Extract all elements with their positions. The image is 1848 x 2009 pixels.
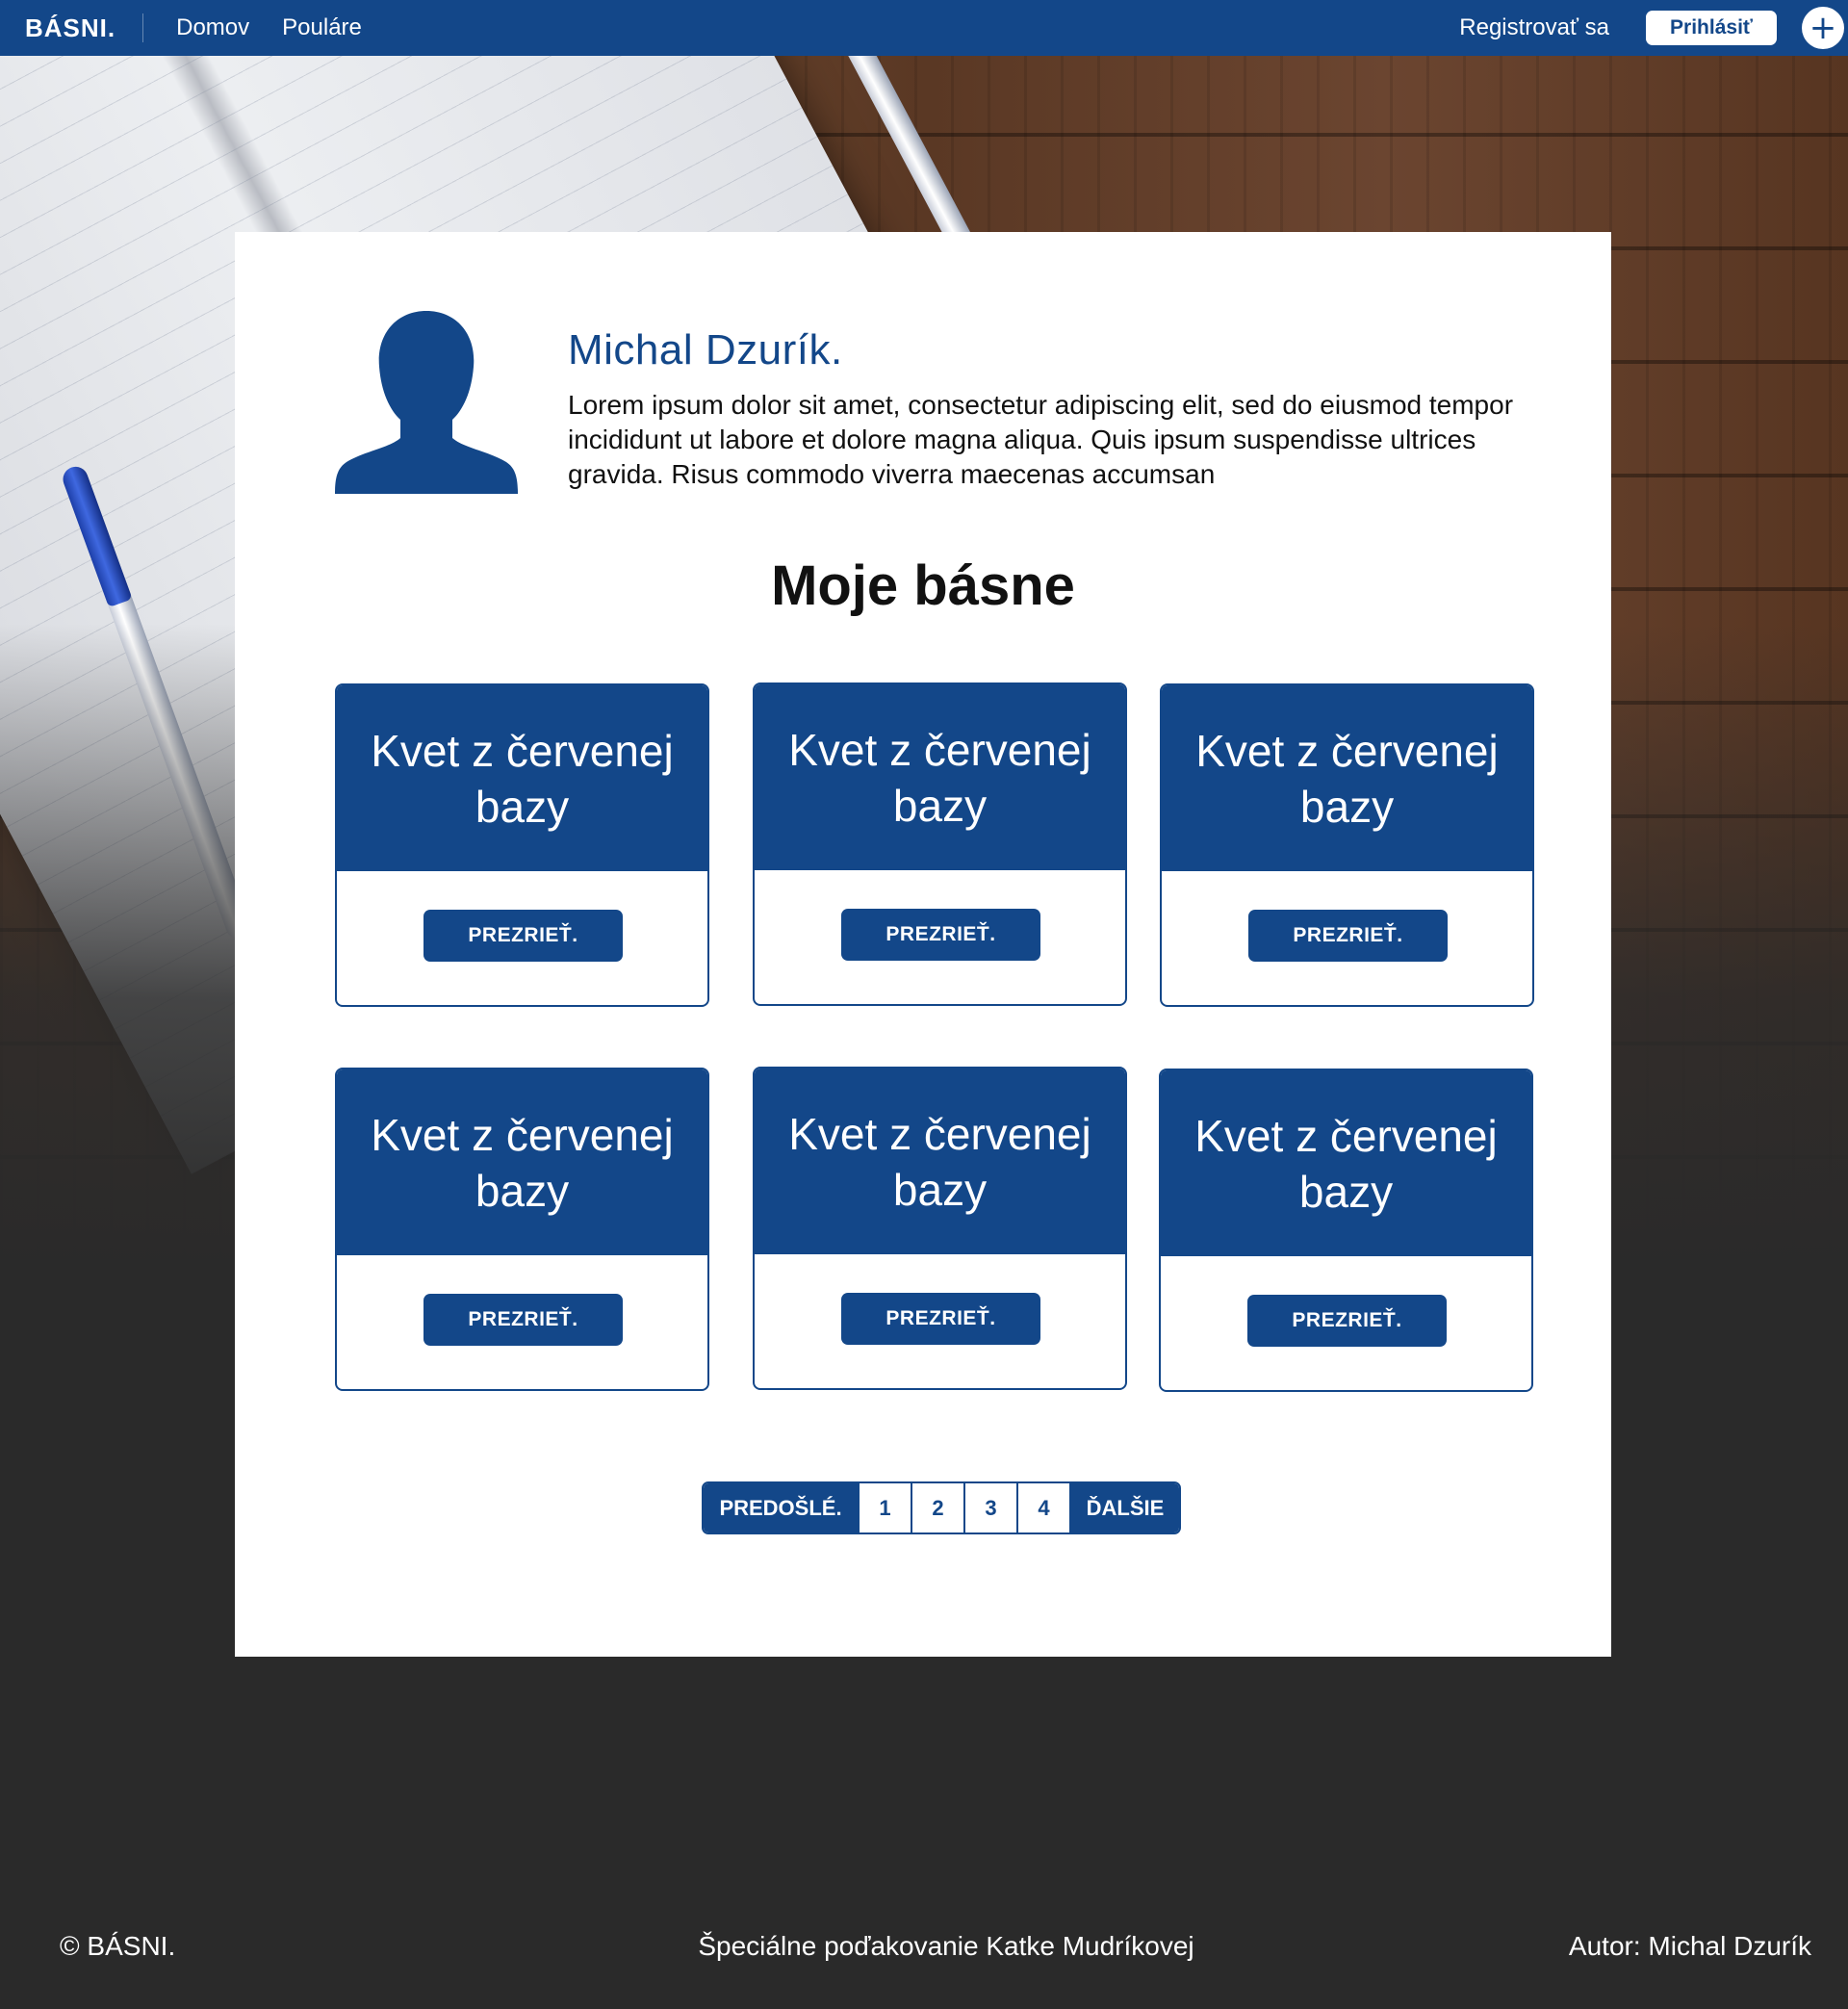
login-button[interactable]: Prihlásiť xyxy=(1646,11,1777,45)
view-poem-button[interactable]: PREZRIEŤ. xyxy=(841,1293,1040,1345)
pagination-page-2[interactable]: 2 xyxy=(911,1483,963,1533)
poem-card: Kvet z červenej bazy PREZRIEŤ. xyxy=(1160,683,1534,1007)
poem-title: Kvet z červenej bazy xyxy=(1161,1070,1531,1256)
plus-icon[interactable]: + xyxy=(1802,7,1844,49)
pagination: PREDOŠLÉ. 1 2 3 4 ĎALŠIE xyxy=(702,1481,1181,1534)
pagination-next-button[interactable]: ĎALŠIE xyxy=(1069,1483,1179,1533)
main-panel: Michal Dzurík. Lorem ipsum dolor sit ame… xyxy=(235,232,1611,1657)
brand-logo[interactable]: BÁSNI. xyxy=(0,13,144,42)
view-poem-button[interactable]: PREZRIEŤ. xyxy=(1248,910,1448,962)
pagination-page-3[interactable]: 3 xyxy=(963,1483,1016,1533)
footer: © BÁSNI. Špeciálne poďakovanie Katke Mud… xyxy=(0,1916,1848,1983)
view-poem-button[interactable]: PREZRIEŤ. xyxy=(424,910,623,962)
pagination-prev-button[interactable]: PREDOŠLÉ. xyxy=(704,1483,858,1533)
nav-link-home[interactable]: Domov xyxy=(176,14,249,41)
poem-card: Kvet z červenej bazy PREZRIEŤ. xyxy=(1159,1069,1533,1392)
view-poem-button[interactable]: PREZRIEŤ. xyxy=(841,909,1040,961)
view-poem-button[interactable]: PREZRIEŤ. xyxy=(1247,1295,1447,1347)
pen-decoration xyxy=(59,463,255,942)
poem-card: Kvet z červenej bazy PREZRIEŤ. xyxy=(335,1068,709,1391)
top-navbar: BÁSNI. Domov Pouláre Registrovať sa Prih… xyxy=(0,0,1848,56)
nav-link-popular[interactable]: Pouláre xyxy=(282,14,362,41)
person-silhouette-icon xyxy=(335,311,518,494)
nav-right-group: Registrovať sa Prihlásiť + xyxy=(1459,7,1848,49)
poem-card: Kvet z červenej bazy PREZRIEŤ. xyxy=(753,683,1127,1006)
poem-title: Kvet z červenej bazy xyxy=(337,685,707,871)
author-bio: Lorem ipsum dolor sit amet, consectetur … xyxy=(568,390,1514,489)
author-profile: Michal Dzurík. Lorem ipsum dolor sit ame… xyxy=(335,311,1519,494)
section-title: Moje básne xyxy=(771,554,1075,617)
poem-title: Kvet z červenej bazy xyxy=(755,684,1125,870)
view-poem-button[interactable]: PREZRIEŤ. xyxy=(424,1294,623,1346)
poem-card: Kvet z červenej bazy PREZRIEŤ. xyxy=(335,683,709,1007)
poem-title: Kvet z červenej bazy xyxy=(1162,685,1532,871)
pagination-page-1[interactable]: 1 xyxy=(858,1483,911,1533)
register-link[interactable]: Registrovať sa xyxy=(1459,14,1609,41)
footer-author: Autor: Michal Dzurík xyxy=(1568,1931,1811,1961)
poem-title: Kvet z červenej bazy xyxy=(755,1069,1125,1254)
poem-card: Kvet z červenej bazy PREZRIEŤ. xyxy=(753,1067,1127,1390)
author-name: Michal Dzurík. xyxy=(568,326,843,373)
pagination-page-4[interactable]: 4 xyxy=(1016,1483,1069,1533)
poem-title: Kvet z červenej bazy xyxy=(337,1069,707,1255)
